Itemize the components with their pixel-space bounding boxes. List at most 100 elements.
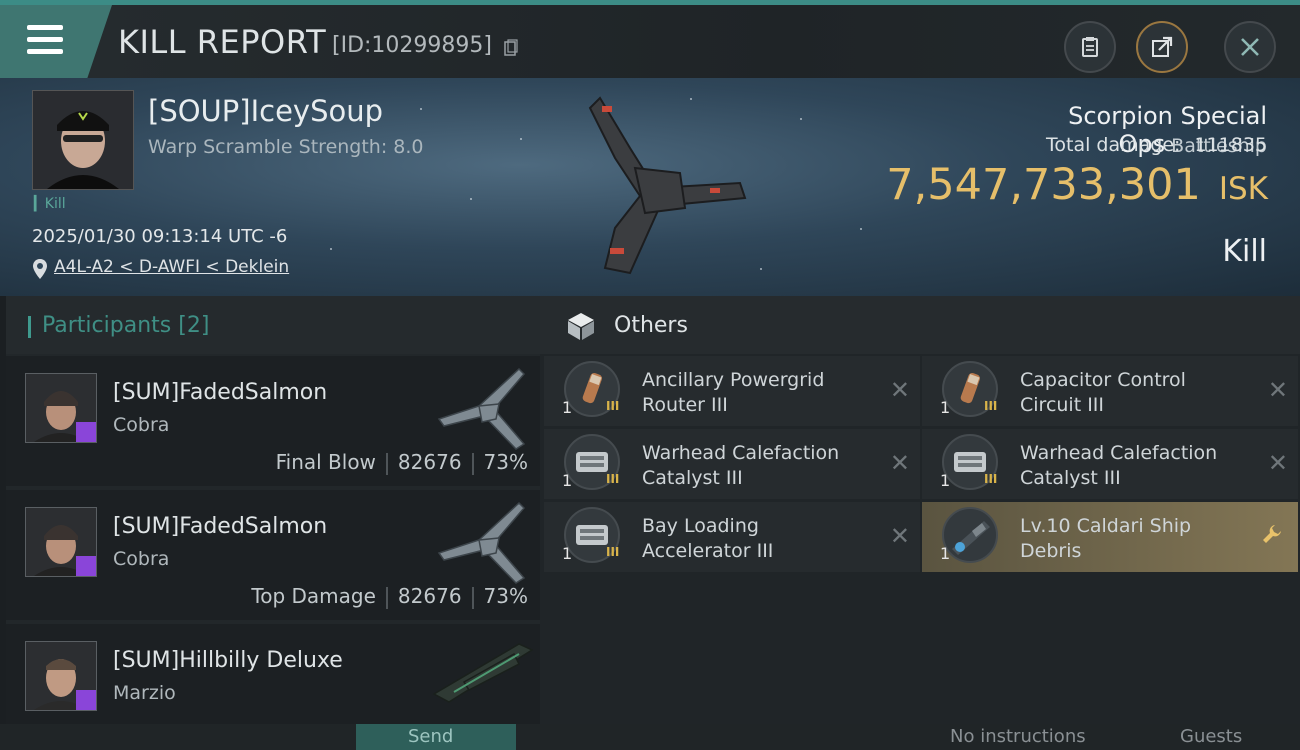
participant-damage: 82676 [397,584,462,608]
participant-row[interactable]: [SUM]FadedSalmon Cobra Top Damage 82676 73… [6,490,540,620]
bottom-bar: Send No instructions Guests [0,724,1300,750]
victim-banner: [SOUP]IceySoup Warp Scramble Strength: 8… [0,78,1300,296]
participant-damage: 82676 [397,450,462,474]
meta-level: III [984,472,998,486]
destroyed-icon: ✕ [889,522,910,550]
item-quantity: 1 [562,398,573,417]
page-title: KILL REPORT [118,23,327,61]
participant-row[interactable]: [SUM]Hillbilly Deluxe Marzio [6,624,540,724]
kill-tag: ▎Kill [34,196,66,212]
instructions-text: No instructions [950,726,1086,747]
participant-row[interactable]: [SUM]FadedSalmon Cobra Final Blow 82676 73… [6,356,540,486]
participant-ship-image [437,367,526,450]
close-button[interactable] [1224,21,1276,73]
item-quantity: 1 [940,398,951,417]
result-label: Kill [1222,234,1267,269]
wrench-icon [1263,525,1281,543]
share-icon [1152,36,1173,57]
meta-level: III [606,399,620,413]
item-name: Warhead Calefaction Catalyst III [642,442,840,489]
location-pin-icon [33,259,47,279]
item-name: Lv.10 Caldari Ship Debris [1020,515,1192,562]
total-damage-label: Total damage: [1046,134,1181,156]
guests-tab[interactable]: Guests [1180,726,1242,747]
copy-icon[interactable] [504,39,518,57]
item-icon [942,507,998,563]
participants-header: Participants [2] [6,296,540,354]
menu-button[interactable] [0,5,112,78]
participants-count: [2] [178,313,210,338]
participant-ship: Cobra [113,548,170,570]
hamburger-icon-line [27,49,63,54]
corp-badge-icon [76,422,96,442]
participant-role: Top Damage [251,584,376,608]
corp-badge-icon [76,556,96,576]
hamburger-icon [27,25,63,30]
item-quantity: 1 [940,544,951,563]
others-header: Others [540,296,1300,354]
item-slot[interactable]: 1 Lv.10 Caldari Ship Debris [922,502,1298,572]
participant-percent: 73% [483,450,528,474]
divider [385,586,388,609]
total-damage: Total damage: 111835 [900,134,1267,156]
meta-level: III [606,545,620,559]
item-slot[interactable]: 1 III Warhead Calefaction Catalyst III ✕ [544,429,920,499]
item-name: Ancillary Powergrid Router III [642,369,825,416]
send-button[interactable]: Send [356,724,516,750]
destroyed-icon: ✕ [889,449,910,477]
cube-icon [568,313,594,340]
destroyed-icon: ✕ [889,376,910,404]
item-slot[interactable]: 1 III Capacitor Control Circuit III ✕ [922,356,1298,426]
clipboard-icon [1082,37,1098,57]
item-slot[interactable]: 1 III Bay Loading Accelerator III ✕ [544,502,920,572]
participant-stats: Final Blow 82676 73% [276,450,528,475]
divider [471,586,474,609]
isk-amount: 7,547,733,301 [886,160,1201,210]
send-label: Send [408,726,454,747]
item-slot[interactable]: 1 III Ancillary Powergrid Router III ✕ [544,356,920,426]
participant-name[interactable]: [SUM]Hillbilly Deluxe [113,648,343,673]
item-name: Warhead Calefaction Catalyst III [1020,442,1218,489]
hamburger-icon-line [27,37,63,42]
report-id: [ID:10299895] [332,33,492,58]
item-name: Bay Loading Accelerator III [642,515,774,562]
victim-name[interactable]: [SOUP]IceySoup [148,94,383,128]
participant-stats: Top Damage 82676 73% [251,584,528,609]
participants-title-label: Participants [42,313,172,338]
section-marker [28,316,31,338]
clipboard-button[interactable] [1064,21,1116,73]
participants-panel: Participants [2] [SUM]FadedSalmon Cobra … [6,296,540,724]
meta-level: III [606,472,620,486]
victim-ship-image[interactable] [560,88,760,288]
isk-value: 7,547,733,301 ISK [880,160,1268,210]
divider [471,452,474,475]
isk-unit: ISK [1218,171,1268,207]
participant-role: Final Blow [275,450,376,474]
victim-avatar[interactable] [32,90,134,190]
item-quantity: 1 [562,471,573,490]
destroyed-icon: ✕ [1267,376,1288,404]
share-button[interactable] [1136,21,1188,73]
item-quantity: 1 [562,544,573,563]
others-panel: Others 1 III Ancillary Powergrid Router … [540,296,1300,724]
location-link[interactable]: A4L-A2 < D-AWFI < Deklein [54,257,289,277]
participant-ship: Cobra [113,414,170,436]
divider [385,452,388,475]
participant-name[interactable]: [SUM]FadedSalmon [113,514,327,539]
item-quantity: 1 [940,471,951,490]
close-icon [1241,38,1259,56]
kill-tag-label: Kill [44,196,66,212]
participants-title: Participants [2] [42,313,209,338]
total-damage-value: 111835 [1194,134,1267,156]
top-bar: KILL REPORT [ID:10299895] [0,0,1300,78]
others-title: Others [614,313,688,338]
item-name: Capacitor Control Circuit III [1020,369,1186,416]
kill-timestamp: 2025/01/30 09:13:14 UTC -6 [32,226,288,247]
participant-name[interactable]: [SUM]FadedSalmon [113,380,327,405]
participant-ship-image [437,501,526,584]
meta-level: III [984,399,998,413]
corp-badge-icon [76,690,96,710]
item-slot[interactable]: 1 III Warhead Calefaction Catalyst III ✕ [922,429,1298,499]
pilot-portrait-icon [33,91,133,189]
participant-ship: Marzio [113,682,176,704]
